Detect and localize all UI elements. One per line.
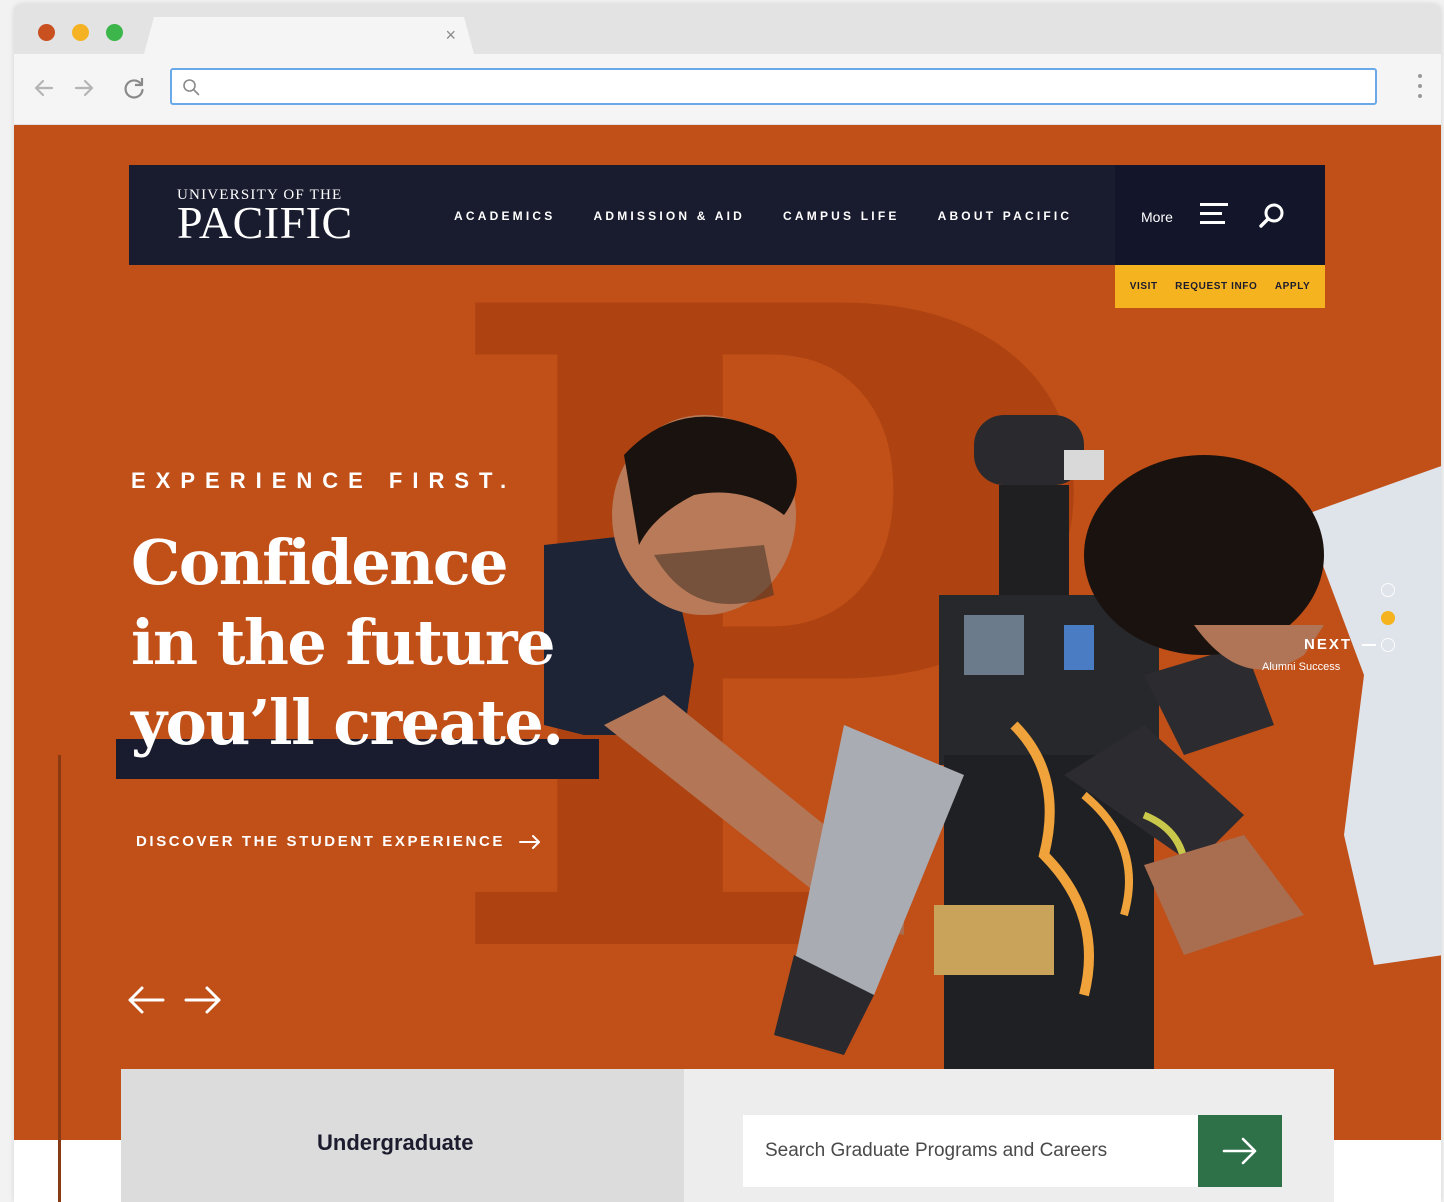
graduate-search-input[interactable] <box>743 1115 1198 1187</box>
search-icon <box>183 79 200 96</box>
headline-line-2: in the future <box>131 606 556 679</box>
minimize-window-button[interactable] <box>72 24 89 41</box>
tab-close-icon[interactable]: × <box>445 26 456 44</box>
program-search-panel: Undergraduate <box>121 1069 1334 1202</box>
university-logo[interactable]: UNIVERSITY OF THE PACIFIC <box>177 187 353 248</box>
back-arrow-icon[interactable] <box>30 74 58 102</box>
slide-dot-2-active[interactable] <box>1381 611 1395 625</box>
undergraduate-tab[interactable]: Undergraduate <box>121 1069 684 1202</box>
arrow-left-icon[interactable] <box>127 985 165 1015</box>
discover-student-experience-link[interactable]: DISCOVER THE STUDENT EXPERIENCE <box>136 833 541 850</box>
headline-line-3: you’ll create. <box>131 686 564 759</box>
nav-campus-life[interactable]: CAMPUS LIFE <box>783 209 900 223</box>
undergraduate-label: Undergraduate <box>317 1130 474 1155</box>
header-tools: More <box>1115 165 1325 265</box>
utility-visit[interactable]: VISIT <box>1130 281 1158 292</box>
nav-academics[interactable]: ACADEMICS <box>454 209 555 223</box>
hamburger-icon[interactable] <box>1200 203 1228 227</box>
nav-about-pacific[interactable]: ABOUT PACIFIC <box>938 209 1073 223</box>
graduate-search-submit-button[interactable] <box>1198 1115 1282 1187</box>
browser-tab[interactable]: × <box>144 17 474 54</box>
utility-request-info[interactable]: REQUEST INFO <box>1175 281 1257 292</box>
search-icon[interactable] <box>1257 201 1287 231</box>
kebab-menu-icon[interactable] <box>1417 74 1423 104</box>
arrow-right-icon[interactable] <box>184 985 222 1015</box>
utility-bar: VISIT REQUEST INFO APPLY <box>1115 265 1325 308</box>
slide-dot-1[interactable] <box>1381 583 1395 597</box>
address-bar[interactable] <box>170 68 1377 105</box>
reload-icon[interactable] <box>120 74 148 102</box>
maximize-window-button[interactable] <box>106 24 123 41</box>
slide-dot-3[interactable] <box>1381 638 1395 652</box>
tab-bar: × <box>14 4 1441 54</box>
main-nav: ACADEMICS ADMISSION & AID CAMPUS LIFE AB… <box>454 209 1110 223</box>
hero-eyebrow: EXPERIENCE FIRST. <box>131 468 517 493</box>
hero-headline: Confidence in the future you’ll create. <box>131 523 691 763</box>
more-label[interactable]: More <box>1141 209 1173 225</box>
site-header: UNIVERSITY OF THE PACIFIC ACADEMICS ADMI… <box>129 165 1325 265</box>
cta-label: DISCOVER THE STUDENT EXPERIENCE <box>136 833 505 850</box>
next-slide-label[interactable]: NEXT <box>1304 636 1352 653</box>
forward-arrow-icon[interactable] <box>70 74 98 102</box>
arrow-right-icon <box>518 834 540 849</box>
next-dash <box>1362 644 1376 646</box>
next-slide-title[interactable]: Alumni Success <box>1262 661 1340 673</box>
nav-admission-aid[interactable]: ADMISSION & AID <box>593 209 745 223</box>
browser-toolbar <box>14 54 1441 125</box>
decorative-vertical-line <box>58 755 61 1202</box>
utility-apply[interactable]: APPLY <box>1275 281 1310 292</box>
logo-main-text: PACIFIC <box>177 197 353 248</box>
browser-window: × P UNIVERSITY OF THE PACIFIC ACADEMICS … <box>14 4 1441 1202</box>
page-viewport: P UNIVERSITY OF THE PACIFIC ACADEMICS AD… <box>14 125 1441 1202</box>
close-window-button[interactable] <box>38 24 55 41</box>
arrow-right-icon <box>1222 1137 1257 1165</box>
headline-line-1: Confidence <box>131 526 509 599</box>
address-input[interactable] <box>210 74 1354 101</box>
